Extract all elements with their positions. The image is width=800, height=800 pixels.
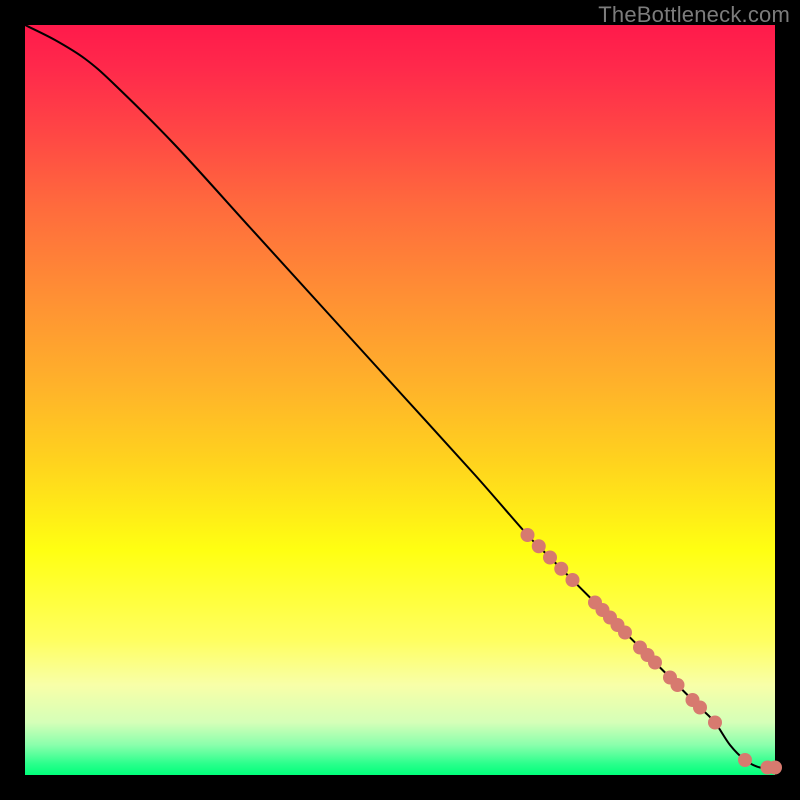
marker-point — [521, 528, 535, 542]
marker-point — [648, 656, 662, 670]
marker-point — [618, 626, 632, 640]
marker-point — [554, 562, 568, 576]
marker-point — [532, 539, 546, 553]
marker-point — [708, 716, 722, 730]
plot-svg — [25, 25, 775, 775]
marker-point — [693, 701, 707, 715]
chart-stage: TheBottleneck.com — [0, 0, 800, 800]
curve-line — [25, 25, 775, 768]
marker-point — [768, 761, 782, 775]
highlight-markers — [521, 528, 783, 775]
marker-point — [543, 551, 557, 565]
plot-area — [25, 25, 775, 775]
marker-point — [671, 678, 685, 692]
marker-point — [566, 573, 580, 587]
marker-point — [738, 753, 752, 767]
